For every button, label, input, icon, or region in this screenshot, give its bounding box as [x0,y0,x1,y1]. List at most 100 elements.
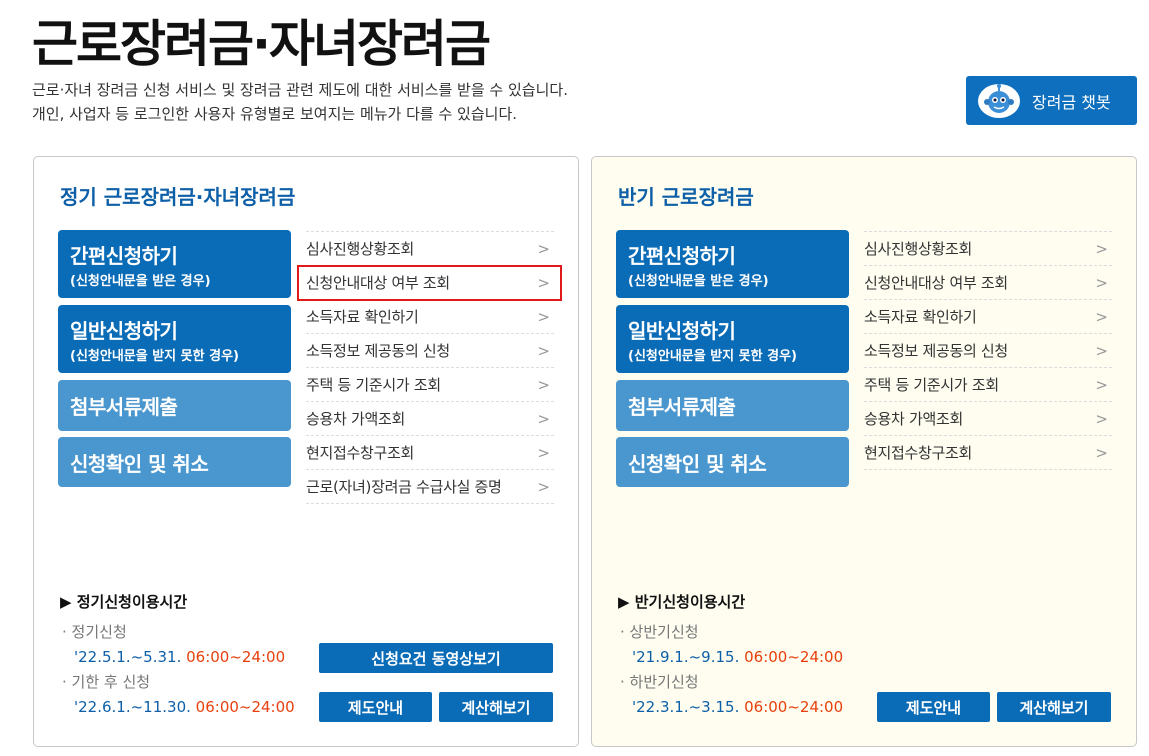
menu-item-label: 현지접수창구조회 [864,444,973,462]
menu-item-label: 심사진행상황조회 [864,240,973,258]
regular-menu-item-income-data[interactable]: 소득자료 확인하기 > [306,300,554,334]
time-hours: 06:00~24:00 [744,648,844,666]
half-menu-item-car-value[interactable]: 승용차 가액조회 > [864,402,1112,436]
half-menu-list: 심사진행상황조회 > 신청안내대상 여부 조회 > 소득자료 확인하기 > 소득정보 … [864,231,1112,470]
half-menu-item-onsite-window[interactable]: 현지접수창구조회 > [864,436,1112,470]
regular-general-apply-button[interactable]: 일반신청하기 (신청안내문을 받지 못한 경우) [58,305,291,373]
regular-simple-apply-sublabel: (신청안내문을 받은 경우) [70,273,211,289]
regular-general-apply-sublabel: (신청안내문을 받지 못한 경우) [70,348,239,364]
half-time-second: · 하반기신청 '22.3.1.~3.15. 06:00~24:00 [620,673,844,716]
half-year-panel: 반기 근로장려금 간편신청하기 (신청안내문을 받은 경우) 일반신청하기 (신… [591,156,1137,747]
chatbot-button[interactable]: 장려금 챗봇 [966,76,1137,125]
time-label: 정기신청 [71,623,127,641]
menu-item-label: 심사진행상황조회 [306,240,415,258]
regular-menu-item-housing-price[interactable]: 주택 등 기준시가 조회 > [306,368,554,402]
menu-item-label: 소득자료 확인하기 [864,308,977,326]
menu-item-label: 신청안내대상 여부 조회 [864,274,1008,292]
half-attach-docs-label: 첨부서류제출 [628,395,736,419]
regular-menu-item-eligibility-check[interactable]: 신청안내대상 여부 조회 > [297,265,562,301]
page-title: 근로장려금·자녀장려금 [32,15,491,73]
regular-menu-item-car-value[interactable]: 승용차 가액조회 > [306,402,554,436]
regular-attach-docs-label: 첨부서류제출 [70,395,178,419]
half-general-apply-button[interactable]: 일반신청하기 (신청안내문을 받지 못한 경우) [616,305,849,373]
time-date: '22.3.1.~3.15. [632,698,740,716]
menu-item-label: 근로(자녀)장려금 수급사실 증명 [306,478,502,496]
half-confirm-cancel-button[interactable]: 신청확인 및 취소 [616,437,849,487]
regular-calculate-button[interactable]: 계산해보기 [439,692,553,722]
description-line-1: 근로·자녀 장려금 신청 서비스 및 장려금 관련 제도에 대한 서비스를 받을… [32,81,568,99]
chevron-right-icon: > [1095,375,1108,394]
chevron-right-icon: > [537,477,550,496]
chatbot-label: 장려금 챗봇 [1032,92,1111,112]
chevron-right-icon: > [537,239,550,258]
chevron-right-icon: > [1095,239,1108,258]
description-line-2: 개인, 사업자 등 로그인한 사용자 유형별로 보여지는 메뉴가 다를 수 있습… [32,105,518,123]
regular-panel: 정기 근로장려금·자녀장려금 간편신청하기 (신청안내문을 받은 경우) 일반신… [33,156,579,747]
regular-menu-item-income-consent[interactable]: 소득정보 제공동의 신청 > [306,334,554,368]
regular-general-apply-label: 일반신청하기 [70,318,178,343]
half-time-title: ▶ 반기신청이용시간 [618,593,746,611]
chevron-right-icon: > [537,341,550,360]
chevron-right-icon: > [1095,409,1108,428]
half-menu-item-eligibility-check[interactable]: 신청안내대상 여부 조회 > [864,266,1112,300]
menu-item-label: 소득정보 제공동의 신청 [864,342,1008,360]
time-hours: 06:00~24:00 [744,698,844,716]
time-hours: 06:00~24:00 [186,648,286,666]
half-simple-apply-label: 간편신청하기 [628,243,736,268]
regular-menu-list: 심사진행상황조회 > 신청안내대상 여부 조회 > 소득자료 확인하기 > 소득정보 … [297,231,562,504]
chevron-right-icon: > [1095,273,1108,292]
regular-menu-item-receipt-certificate[interactable]: 근로(자녀)장려금 수급사실 증명 > [306,470,554,504]
menu-item-label: 승용차 가액조회 [306,410,405,428]
half-attach-docs-button[interactable]: 첨부서류제출 [616,380,849,431]
half-general-apply-sublabel: (신청안내문을 받지 못한 경우) [628,348,797,364]
chevron-right-icon: > [1095,443,1108,462]
time-hours: 06:00~24:00 [195,698,295,716]
half-simple-apply-sublabel: (신청안내문을 받은 경우) [628,273,769,289]
half-system-info-button[interactable]: 제도안내 [877,692,990,722]
regular-simple-apply-button[interactable]: 간편신청하기 (신청안내문을 받은 경우) [58,230,291,298]
regular-panel-title: 정기 근로장려금·자녀장려금 [60,185,296,209]
time-date: '22.5.1.~5.31. [74,648,182,666]
chevron-right-icon: > [537,307,550,326]
regular-confirm-cancel-label: 신청확인 및 취소 [70,451,209,476]
half-menu-item-income-consent[interactable]: 소득정보 제공동의 신청 > [864,334,1112,368]
menu-item-label: 승용차 가액조회 [864,410,963,428]
menu-item-label: 주택 등 기준시가 조회 [864,376,999,394]
half-calculate-button[interactable]: 계산해보기 [997,692,1111,722]
half-year-panel-title: 반기 근로장려금 [618,185,754,209]
regular-attach-docs-button[interactable]: 첨부서류제출 [58,380,291,431]
regular-menu-item-onsite-window[interactable]: 현지접수창구조회 > [306,436,554,470]
chevron-right-icon: > [537,409,550,428]
page-description: 근로·자녀 장려금 신청 서비스 및 장려금 관련 제도에 대한 서비스를 받을… [32,78,568,126]
chevron-right-icon: > [1095,341,1108,360]
regular-menu-item-review-status[interactable]: 심사진행상황조회 > [306,232,554,266]
half-menu-item-income-data[interactable]: 소득자료 확인하기 > [864,300,1112,334]
half-confirm-cancel-label: 신청확인 및 취소 [628,451,767,476]
regular-time-title: ▶ 정기신청이용시간 [60,593,188,611]
time-label: 상반기신청 [629,623,699,641]
menu-item-label: 소득자료 확인하기 [306,308,419,326]
regular-video-button[interactable]: 신청요건 동영상보기 [319,643,553,673]
time-date: '22.6.1.~11.30. [74,698,191,716]
regular-confirm-cancel-button[interactable]: 신청확인 및 취소 [58,437,291,487]
chevron-right-icon: > [537,443,550,462]
half-simple-apply-button[interactable]: 간편신청하기 (신청안내문을 받은 경우) [616,230,849,298]
menu-item-label: 주택 등 기준시가 조회 [306,376,441,394]
chevron-right-icon: > [537,375,550,394]
regular-time-regular: · 정기신청 '22.5.1.~5.31. 06:00~24:00 [62,623,286,666]
chevron-right-icon: > [1095,307,1108,326]
half-menu-item-housing-price[interactable]: 주택 등 기준시가 조회 > [864,368,1112,402]
chevron-right-icon: > [537,273,550,292]
regular-simple-apply-label: 간편신청하기 [70,243,178,268]
menu-item-label: 현지접수창구조회 [306,444,415,462]
half-time-first: · 상반기신청 '21.9.1.~9.15. 06:00~24:00 [620,623,844,666]
time-label: 하반기신청 [629,673,699,691]
time-date: '21.9.1.~9.15. [632,648,740,666]
half-general-apply-label: 일반신청하기 [628,318,736,343]
time-label: 기한 후 신청 [71,673,151,691]
regular-system-info-button[interactable]: 제도안내 [319,692,432,722]
menu-item-label: 신청안내대상 여부 조회 [306,274,450,292]
chatbot-robot-icon [976,82,1022,120]
menu-item-label: 소득정보 제공동의 신청 [306,342,450,360]
half-menu-item-review-status[interactable]: 심사진행상황조회 > [864,232,1112,266]
